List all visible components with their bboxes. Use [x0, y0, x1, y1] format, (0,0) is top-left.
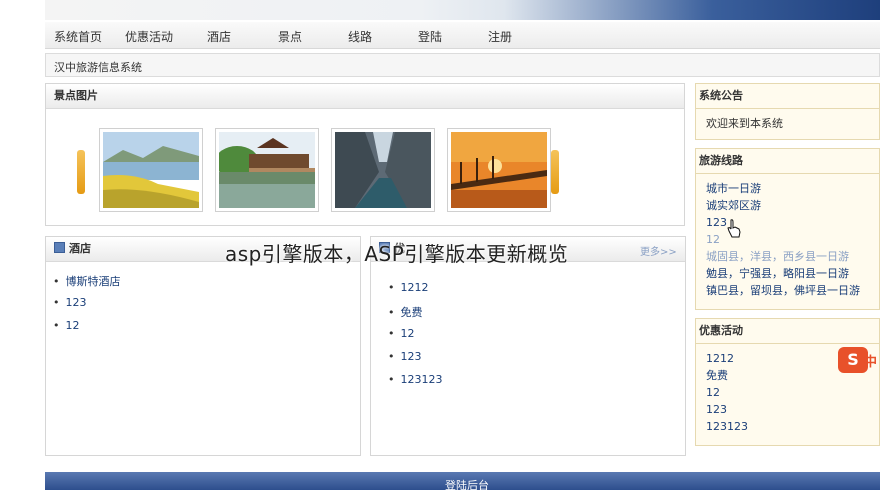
- nav-item-scenic[interactable]: 景点: [278, 28, 302, 45]
- nav-item-routes[interactable]: 线路: [348, 28, 372, 45]
- scenic-panel-header: 景点图片: [46, 84, 684, 109]
- list-item[interactable]: 123: [388, 350, 443, 373]
- input-method-label: 中: [864, 355, 878, 370]
- nav-item-hotels[interactable]: 酒店: [207, 28, 231, 45]
- route-item[interactable]: 诚实郊区游: [706, 197, 869, 214]
- promo-title: 优惠活动: [696, 319, 879, 344]
- hand-cursor-icon: [727, 219, 741, 238]
- hotel-list: 博斯特酒店 123 12: [53, 273, 121, 342]
- nav-item-login[interactable]: 登陆: [418, 28, 442, 45]
- nav-item-home[interactable]: 系统首页: [54, 28, 102, 45]
- overlay-caption: asp引擎版本，ASP引擎版本更新概览: [225, 242, 569, 266]
- site-title: 汉中旅游信息系统: [54, 61, 142, 74]
- scenic-panel-title: 景点图片: [54, 89, 98, 102]
- list-item[interactable]: 免费: [388, 304, 443, 327]
- footer-bar: 登陆后台: [45, 472, 880, 493]
- notice-title: 系统公告: [696, 84, 879, 109]
- top-banner: [45, 0, 880, 20]
- site-title-bar: 汉中旅游信息系统: [45, 53, 880, 77]
- main-nav: 系统首页 优惠活动 酒店 景点 线路 登陆 注册: [45, 22, 880, 49]
- more-link[interactable]: 更多>>: [640, 243, 677, 258]
- scenic-thumb-3[interactable]: [331, 128, 435, 212]
- scenic-photo-sunset-bridge: [451, 132, 547, 208]
- scenic-thumb-1[interactable]: [99, 128, 203, 212]
- list-item[interactable]: 12: [388, 327, 443, 350]
- notice-text: 欢迎来到本系统: [706, 117, 783, 130]
- route-item[interactable]: 城固县，洋县，西乡县一日游: [706, 248, 869, 265]
- notice-box: 系统公告 欢迎来到本系统: [695, 83, 880, 140]
- promo-item[interactable]: 123: [706, 401, 869, 418]
- scenic-thumb-2[interactable]: [215, 128, 319, 212]
- hotel-panel-title: 酒店: [69, 242, 91, 255]
- middle-list: 1212 免费 12 123 123123: [388, 281, 443, 396]
- scenic-photo-pavilion: [219, 132, 315, 208]
- hotel-panel: 酒店: [45, 236, 361, 456]
- list-item[interactable]: 1212: [388, 281, 443, 304]
- scroll-right-arrow-icon[interactable]: [551, 150, 559, 194]
- routes-title: 旅游线路: [696, 149, 879, 174]
- list-item[interactable]: 123123: [388, 373, 443, 396]
- list-item[interactable]: 博斯特酒店: [53, 273, 121, 296]
- scenic-photo-gorge: [335, 132, 431, 208]
- list-item[interactable]: 123: [53, 296, 121, 319]
- admin-login-link[interactable]: 登陆后台: [445, 477, 489, 493]
- scroll-left-arrow-icon[interactable]: [77, 150, 85, 194]
- list-item[interactable]: 12: [53, 319, 121, 342]
- nav-item-promotions[interactable]: 优惠活动: [125, 28, 173, 45]
- nav-item-register[interactable]: 注册: [488, 28, 512, 45]
- promo-box: 优惠活动 1212 免费 12 123 123123: [695, 318, 880, 446]
- promo-item[interactable]: 123123: [706, 418, 869, 435]
- route-item[interactable]: 城市一日游: [706, 180, 869, 197]
- routes-box: 旅游线路 城市一日游 诚实郊区游 123 12 城固县，洋县，西乡县一日游 勉县…: [695, 148, 880, 310]
- square-bullet-icon: [54, 242, 65, 253]
- scenic-photo-lake-fields: [103, 132, 199, 208]
- scenic-thumb-4[interactable]: [447, 128, 551, 212]
- route-item[interactable]: 镇巴县，留坝县，佛坪县一日游: [706, 282, 869, 299]
- route-item[interactable]: 勉县，宁强县，略阳县一日游: [706, 265, 869, 282]
- promo-item[interactable]: 12: [706, 384, 869, 401]
